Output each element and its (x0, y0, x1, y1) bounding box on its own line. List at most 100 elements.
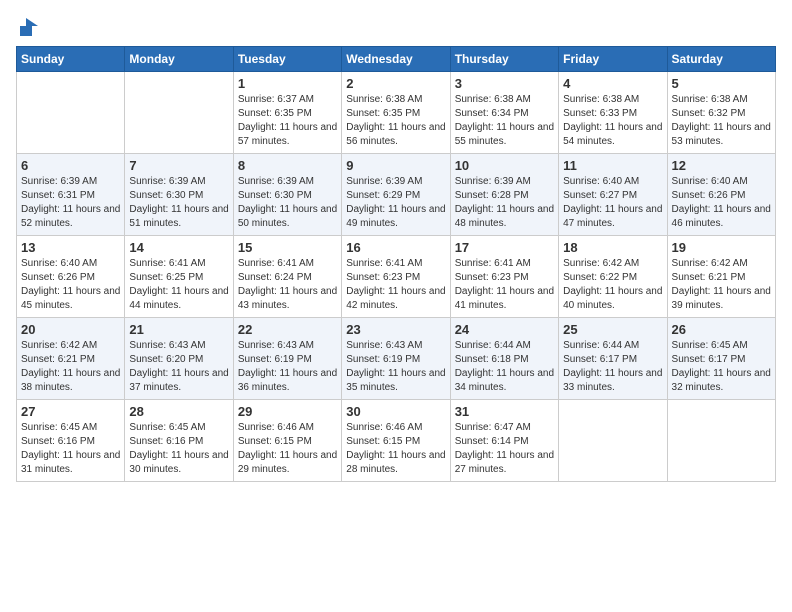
day-info: Sunrise: 6:44 AMSunset: 6:17 PMDaylight:… (563, 339, 662, 395)
day-number: 1 (238, 76, 337, 91)
calendar-cell: 3 Sunrise: 6:38 AMSunset: 6:34 PMDaylight… (450, 72, 558, 154)
day-number: 5 (672, 76, 771, 91)
day-info: Sunrise: 6:42 AMSunset: 6:21 PMDaylight:… (672, 257, 771, 313)
day-number: 13 (21, 240, 120, 255)
day-number: 16 (346, 240, 445, 255)
day-number: 22 (238, 322, 337, 337)
day-number: 21 (129, 322, 228, 337)
day-number: 20 (21, 322, 120, 337)
calendar-cell: 24 Sunrise: 6:44 AMSunset: 6:18 PMDayligh… (450, 318, 558, 400)
day-number: 29 (238, 404, 337, 419)
day-number: 18 (563, 240, 662, 255)
calendar-cell: 19 Sunrise: 6:42 AMSunset: 6:21 PMDayligh… (667, 236, 775, 318)
calendar-cell: 15 Sunrise: 6:41 AMSunset: 6:24 PMDayligh… (233, 236, 341, 318)
calendar-cell: 29 Sunrise: 6:46 AMSunset: 6:15 PMDayligh… (233, 400, 341, 482)
day-info: Sunrise: 6:39 AMSunset: 6:29 PMDaylight:… (346, 175, 445, 231)
calendar-cell: 4 Sunrise: 6:38 AMSunset: 6:33 PMDaylight… (559, 72, 667, 154)
day-info: Sunrise: 6:45 AMSunset: 6:16 PMDaylight:… (129, 421, 228, 477)
day-number: 10 (455, 158, 554, 173)
day-info: Sunrise: 6:41 AMSunset: 6:23 PMDaylight:… (346, 257, 445, 313)
day-number: 2 (346, 76, 445, 91)
day-number: 14 (129, 240, 228, 255)
day-info: Sunrise: 6:45 AMSunset: 6:16 PMDaylight:… (21, 421, 120, 477)
calendar-cell: 8 Sunrise: 6:39 AMSunset: 6:30 PMDaylight… (233, 154, 341, 236)
day-info: Sunrise: 6:45 AMSunset: 6:17 PMDaylight:… (672, 339, 771, 395)
calendar-body: 1 Sunrise: 6:37 AMSunset: 6:35 PMDaylight… (17, 72, 776, 482)
calendar-week-row: 6 Sunrise: 6:39 AMSunset: 6:31 PMDaylight… (17, 154, 776, 236)
day-info: Sunrise: 6:37 AMSunset: 6:35 PMDaylight:… (238, 93, 337, 149)
day-info: Sunrise: 6:41 AMSunset: 6:23 PMDaylight:… (455, 257, 554, 313)
calendar-cell: 25 Sunrise: 6:44 AMSunset: 6:17 PMDayligh… (559, 318, 667, 400)
calendar-week-row: 1 Sunrise: 6:37 AMSunset: 6:35 PMDaylight… (17, 72, 776, 154)
calendar-cell: 17Sunrise: 6:41 AMSunset: 6:23 PMDayligh… (450, 236, 558, 318)
weekday-header-cell: Sunday (17, 47, 125, 72)
calendar-cell: 2 Sunrise: 6:38 AMSunset: 6:35 PMDaylight… (342, 72, 450, 154)
day-info: Sunrise: 6:39 AMSunset: 6:28 PMDaylight:… (455, 175, 554, 231)
calendar-cell (559, 400, 667, 482)
calendar-cell: 30 Sunrise: 6:46 AMSunset: 6:15 PMDayligh… (342, 400, 450, 482)
weekday-header-cell: Wednesday (342, 47, 450, 72)
day-number: 7 (129, 158, 228, 173)
calendar-cell (667, 400, 775, 482)
day-number: 4 (563, 76, 662, 91)
day-info: Sunrise: 6:38 AMSunset: 6:33 PMDaylight:… (563, 93, 662, 149)
day-info: Sunrise: 6:38 AMSunset: 6:34 PMDaylight:… (455, 93, 554, 149)
calendar-cell: 1 Sunrise: 6:37 AMSunset: 6:35 PMDaylight… (233, 72, 341, 154)
day-number: 3 (455, 76, 554, 91)
calendar-cell: 11Sunrise: 6:40 AMSunset: 6:27 PMDayligh… (559, 154, 667, 236)
day-info: Sunrise: 6:39 AMSunset: 6:30 PMDaylight:… (238, 175, 337, 231)
day-number: 26 (672, 322, 771, 337)
day-number: 12 (672, 158, 771, 173)
day-info: Sunrise: 6:39 AMSunset: 6:31 PMDaylight:… (21, 175, 120, 231)
calendar-cell: 13Sunrise: 6:40 AMSunset: 6:26 PMDayligh… (17, 236, 125, 318)
day-info: Sunrise: 6:43 AMSunset: 6:19 PMDaylight:… (346, 339, 445, 395)
calendar-cell: 20Sunrise: 6:42 AMSunset: 6:21 PMDayligh… (17, 318, 125, 400)
day-number: 31 (455, 404, 554, 419)
day-number: 30 (346, 404, 445, 419)
day-info: Sunrise: 6:44 AMSunset: 6:18 PMDaylight:… (455, 339, 554, 395)
day-number: 9 (346, 158, 445, 173)
calendar-cell: 16 Sunrise: 6:41 AMSunset: 6:23 PMDayligh… (342, 236, 450, 318)
day-info: Sunrise: 6:43 AMSunset: 6:20 PMDaylight:… (129, 339, 228, 395)
calendar-cell: 26 Sunrise: 6:45 AMSunset: 6:17 PMDayligh… (667, 318, 775, 400)
calendar-table: SundayMondayTuesdayWednesdayThursdayFrid… (16, 46, 776, 482)
calendar-cell: 5Sunrise: 6:38 AMSunset: 6:32 PMDaylight… (667, 72, 775, 154)
weekday-header-cell: Thursday (450, 47, 558, 72)
weekday-header-cell: Saturday (667, 47, 775, 72)
day-info: Sunrise: 6:42 AMSunset: 6:22 PMDaylight:… (563, 257, 662, 313)
day-info: Sunrise: 6:40 AMSunset: 6:26 PMDaylight:… (672, 175, 771, 231)
day-info: Sunrise: 6:46 AMSunset: 6:15 PMDaylight:… (238, 421, 337, 477)
calendar-cell: 22 Sunrise: 6:43 AMSunset: 6:19 PMDayligh… (233, 318, 341, 400)
day-number: 25 (563, 322, 662, 337)
day-number: 15 (238, 240, 337, 255)
calendar-cell: 10 Sunrise: 6:39 AMSunset: 6:28 PMDayligh… (450, 154, 558, 236)
logo (16, 16, 40, 38)
weekday-header-row: SundayMondayTuesdayWednesdayThursdayFrid… (17, 47, 776, 72)
day-info: Sunrise: 6:46 AMSunset: 6:15 PMDaylight:… (346, 421, 445, 477)
logo-icon (18, 16, 40, 38)
calendar-week-row: 20Sunrise: 6:42 AMSunset: 6:21 PMDayligh… (17, 318, 776, 400)
day-number: 6 (21, 158, 120, 173)
calendar-cell: 9 Sunrise: 6:39 AMSunset: 6:29 PMDaylight… (342, 154, 450, 236)
calendar-cell: 28 Sunrise: 6:45 AMSunset: 6:16 PMDayligh… (125, 400, 233, 482)
day-info: Sunrise: 6:47 AMSunset: 6:14 PMDaylight:… (455, 421, 554, 477)
calendar-week-row: 27 Sunrise: 6:45 AMSunset: 6:16 PMDayligh… (17, 400, 776, 482)
day-info: Sunrise: 6:43 AMSunset: 6:19 PMDaylight:… (238, 339, 337, 395)
day-number: 27 (21, 404, 120, 419)
page-header (16, 16, 776, 38)
day-number: 11 (563, 158, 662, 173)
day-number: 8 (238, 158, 337, 173)
day-info: Sunrise: 6:41 AMSunset: 6:24 PMDaylight:… (238, 257, 337, 313)
calendar-cell: 31 Sunrise: 6:47 AMSunset: 6:14 PMDayligh… (450, 400, 558, 482)
day-number: 19 (672, 240, 771, 255)
day-number: 23 (346, 322, 445, 337)
day-number: 28 (129, 404, 228, 419)
weekday-header-cell: Tuesday (233, 47, 341, 72)
weekday-header-cell: Monday (125, 47, 233, 72)
day-info: Sunrise: 6:38 AMSunset: 6:35 PMDaylight:… (346, 93, 445, 149)
calendar-cell: 23 Sunrise: 6:43 AMSunset: 6:19 PMDayligh… (342, 318, 450, 400)
day-info: Sunrise: 6:41 AMSunset: 6:25 PMDaylight:… (129, 257, 228, 313)
calendar-cell (17, 72, 125, 154)
calendar-cell: 27 Sunrise: 6:45 AMSunset: 6:16 PMDayligh… (17, 400, 125, 482)
day-number: 24 (455, 322, 554, 337)
